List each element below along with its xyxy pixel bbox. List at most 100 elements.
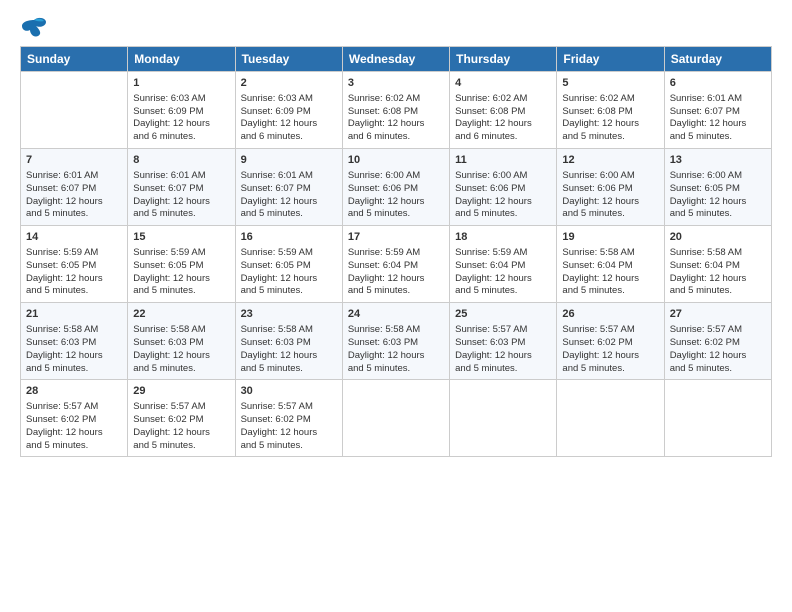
calendar-cell: 19Sunrise: 5:58 AMSunset: 6:04 PMDayligh…	[557, 226, 664, 303]
day-number: 18	[455, 230, 551, 245]
day-info-line: Daylight: 12 hours	[133, 427, 229, 440]
day-number: 7	[26, 153, 122, 168]
day-info-line: Sunset: 6:09 PM	[133, 106, 229, 119]
day-info-line: Daylight: 12 hours	[348, 350, 444, 363]
day-info-line: and 5 minutes.	[26, 208, 122, 221]
day-info-line: and 6 minutes.	[455, 131, 551, 144]
day-info-line: Sunset: 6:07 PM	[133, 183, 229, 196]
weekday-header-thursday: Thursday	[450, 47, 557, 72]
day-info-line: Daylight: 12 hours	[562, 273, 658, 286]
calendar-body: 1Sunrise: 6:03 AMSunset: 6:09 PMDaylight…	[21, 72, 772, 457]
day-info-line: Sunset: 6:07 PM	[241, 183, 337, 196]
day-info-line: Sunrise: 6:00 AM	[455, 170, 551, 183]
day-info-line: Sunset: 6:06 PM	[562, 183, 658, 196]
day-info-line: and 5 minutes.	[348, 285, 444, 298]
day-number: 27	[670, 307, 766, 322]
day-info-line: and 5 minutes.	[455, 363, 551, 376]
day-info-line: and 5 minutes.	[562, 131, 658, 144]
day-info-line: Sunrise: 5:59 AM	[348, 247, 444, 260]
day-number: 21	[26, 307, 122, 322]
day-info-line: Sunrise: 6:00 AM	[562, 170, 658, 183]
day-info-line: Daylight: 12 hours	[241, 350, 337, 363]
day-info-line: and 5 minutes.	[133, 440, 229, 453]
day-info-line: and 5 minutes.	[241, 285, 337, 298]
day-info-line: Sunset: 6:09 PM	[241, 106, 337, 119]
day-info-line: Sunrise: 6:03 AM	[241, 93, 337, 106]
weekday-header-saturday: Saturday	[664, 47, 771, 72]
day-info-line: and 5 minutes.	[241, 363, 337, 376]
day-info-line: Sunrise: 5:58 AM	[562, 247, 658, 260]
day-number: 4	[455, 76, 551, 91]
calendar-cell: 1Sunrise: 6:03 AMSunset: 6:09 PMDaylight…	[128, 72, 235, 149]
day-number: 6	[670, 76, 766, 91]
calendar-cell: 14Sunrise: 5:59 AMSunset: 6:05 PMDayligh…	[21, 226, 128, 303]
day-info-line: Daylight: 12 hours	[455, 118, 551, 131]
day-info-line: Daylight: 12 hours	[562, 196, 658, 209]
day-number: 3	[348, 76, 444, 91]
calendar-cell: 18Sunrise: 5:59 AMSunset: 6:04 PMDayligh…	[450, 226, 557, 303]
calendar-week-row: 21Sunrise: 5:58 AMSunset: 6:03 PMDayligh…	[21, 303, 772, 380]
day-info-line: Sunset: 6:04 PM	[348, 260, 444, 273]
day-info-line: Sunrise: 5:59 AM	[26, 247, 122, 260]
day-number: 29	[133, 384, 229, 399]
day-info-line: Sunrise: 5:59 AM	[241, 247, 337, 260]
day-info-line: Sunrise: 5:58 AM	[133, 324, 229, 337]
calendar-cell: 30Sunrise: 5:57 AMSunset: 6:02 PMDayligh…	[235, 380, 342, 457]
day-info-line: Daylight: 12 hours	[241, 273, 337, 286]
day-info-line: Daylight: 12 hours	[26, 350, 122, 363]
day-info-line: Sunrise: 6:00 AM	[670, 170, 766, 183]
day-info-line: and 5 minutes.	[348, 363, 444, 376]
day-number: 13	[670, 153, 766, 168]
calendar-cell: 3Sunrise: 6:02 AMSunset: 6:08 PMDaylight…	[342, 72, 449, 149]
day-info-line: and 5 minutes.	[26, 363, 122, 376]
day-info-line: and 5 minutes.	[26, 440, 122, 453]
day-info-line: Sunrise: 5:59 AM	[455, 247, 551, 260]
day-number: 11	[455, 153, 551, 168]
day-number: 24	[348, 307, 444, 322]
day-info-line: Sunrise: 6:00 AM	[348, 170, 444, 183]
day-info-line: Sunrise: 5:57 AM	[241, 401, 337, 414]
day-info-line: and 5 minutes.	[133, 208, 229, 221]
day-info-line: Sunset: 6:05 PM	[133, 260, 229, 273]
day-info-line: Sunset: 6:05 PM	[670, 183, 766, 196]
day-info-line: Daylight: 12 hours	[562, 350, 658, 363]
day-info-line: and 5 minutes.	[133, 285, 229, 298]
day-number: 25	[455, 307, 551, 322]
calendar-cell: 8Sunrise: 6:01 AMSunset: 6:07 PMDaylight…	[128, 149, 235, 226]
weekday-header-monday: Monday	[128, 47, 235, 72]
day-info-line: Sunrise: 6:01 AM	[670, 93, 766, 106]
calendar-cell	[342, 380, 449, 457]
day-info-line: Sunset: 6:08 PM	[348, 106, 444, 119]
calendar-cell: 24Sunrise: 5:58 AMSunset: 6:03 PMDayligh…	[342, 303, 449, 380]
day-info-line: and 5 minutes.	[670, 363, 766, 376]
day-info-line: Sunset: 6:07 PM	[670, 106, 766, 119]
calendar-cell: 15Sunrise: 5:59 AMSunset: 6:05 PMDayligh…	[128, 226, 235, 303]
calendar-cell: 21Sunrise: 5:58 AMSunset: 6:03 PMDayligh…	[21, 303, 128, 380]
day-info-line: and 5 minutes.	[562, 285, 658, 298]
day-info-line: Sunset: 6:04 PM	[670, 260, 766, 273]
weekday-header-sunday: Sunday	[21, 47, 128, 72]
day-info-line: Sunrise: 5:58 AM	[670, 247, 766, 260]
day-info-line: Daylight: 12 hours	[670, 118, 766, 131]
day-info-line: Sunset: 6:07 PM	[26, 183, 122, 196]
day-info-line: Sunset: 6:03 PM	[241, 337, 337, 350]
day-number: 16	[241, 230, 337, 245]
day-info-line: Daylight: 12 hours	[670, 350, 766, 363]
day-info-line: Daylight: 12 hours	[455, 196, 551, 209]
day-number: 28	[26, 384, 122, 399]
day-info-line: Sunset: 6:08 PM	[562, 106, 658, 119]
day-number: 8	[133, 153, 229, 168]
day-info-line: Sunrise: 5:58 AM	[348, 324, 444, 337]
day-info-line: Sunrise: 6:01 AM	[133, 170, 229, 183]
day-info-line: Sunrise: 6:01 AM	[241, 170, 337, 183]
day-info-line: and 5 minutes.	[241, 440, 337, 453]
day-info-line: Sunrise: 6:01 AM	[26, 170, 122, 183]
weekday-header-row: SundayMondayTuesdayWednesdayThursdayFrid…	[21, 47, 772, 72]
day-info-line: Sunset: 6:06 PM	[348, 183, 444, 196]
calendar-cell: 13Sunrise: 6:00 AMSunset: 6:05 PMDayligh…	[664, 149, 771, 226]
day-number: 22	[133, 307, 229, 322]
day-info-line: Sunrise: 5:57 AM	[562, 324, 658, 337]
calendar-cell: 12Sunrise: 6:00 AMSunset: 6:06 PMDayligh…	[557, 149, 664, 226]
calendar-table: SundayMondayTuesdayWednesdayThursdayFrid…	[20, 46, 772, 457]
day-info-line: Sunset: 6:02 PM	[241, 414, 337, 427]
